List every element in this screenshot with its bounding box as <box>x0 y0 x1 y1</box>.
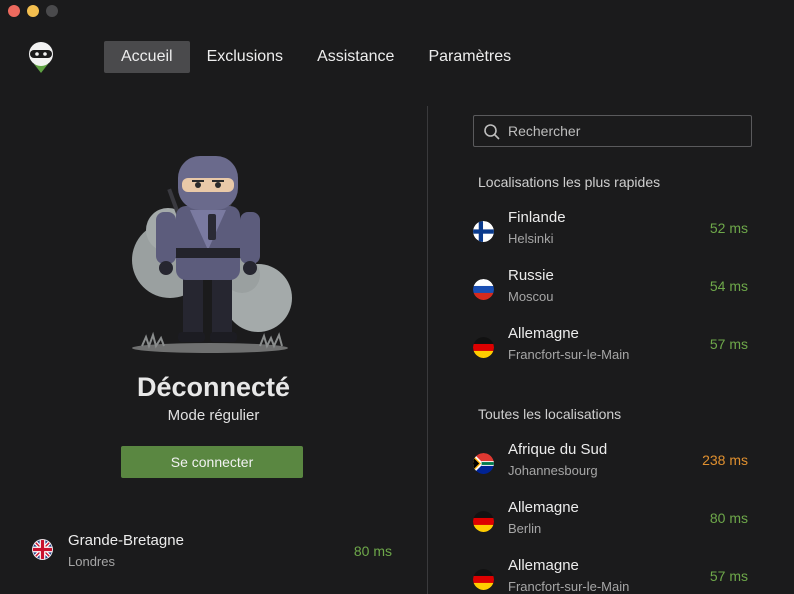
pane-divider <box>427 106 428 594</box>
tab-accueil[interactable]: Accueil <box>104 41 190 73</box>
location-ping: 57 ms <box>709 336 748 352</box>
current-location-ping: 80 ms <box>353 543 392 559</box>
location-city: Francfort-sur-le-Main <box>508 347 630 362</box>
de-flag-icon <box>473 337 494 358</box>
location-city: Johannesbourg <box>508 463 598 478</box>
location-country: Russie <box>508 267 554 284</box>
gb-flag-icon <box>32 539 53 560</box>
location-row[interactable]: Allemagne Francfort-sur-le-Main 57 ms <box>470 557 752 594</box>
title-bar <box>0 0 794 24</box>
de-flag-icon <box>473 569 494 590</box>
search-box[interactable] <box>473 115 752 147</box>
location-city: Moscou <box>508 289 554 304</box>
connect-button[interactable]: Se connecter <box>121 446 303 478</box>
location-ping: 52 ms <box>709 220 748 236</box>
fastest-locations-heading: Localisations les plus rapides <box>478 174 661 190</box>
location-country: Allemagne <box>508 499 579 516</box>
location-row[interactable]: Allemagne Berlin 80 ms <box>470 499 752 547</box>
window-close-button[interactable] <box>8 5 20 17</box>
location-city: Francfort-sur-le-Main <box>508 579 630 594</box>
connection-status-title: Déconnecté <box>136 372 291 402</box>
location-row[interactable]: Finlande Helsinki 52 ms <box>470 209 752 257</box>
app-logo-icon <box>29 42 53 73</box>
current-location-city: Londres <box>68 554 115 569</box>
fi-flag-icon <box>473 221 494 242</box>
search-icon <box>484 124 500 140</box>
location-city: Berlin <box>508 521 542 536</box>
location-country: Allemagne <box>508 557 579 574</box>
location-ping: 57 ms <box>709 568 748 584</box>
location-city: Helsinki <box>508 231 554 246</box>
location-country: Afrique du Sud <box>508 441 608 458</box>
za-flag-icon <box>473 453 494 474</box>
location-ping: 80 ms <box>709 510 748 526</box>
location-ping: 54 ms <box>709 278 748 294</box>
tab-parametres[interactable]: Paramètres <box>411 41 528 73</box>
location-country: Finlande <box>508 209 566 226</box>
location-row[interactable]: Allemagne Francfort-sur-le-Main 57 ms <box>470 325 752 373</box>
window-maximize-button[interactable] <box>46 5 58 17</box>
ninja-mascot-illustration <box>132 156 292 353</box>
tab-exclusions[interactable]: Exclusions <box>190 41 300 73</box>
connection-mode-label: Mode régulier <box>167 407 260 424</box>
search-input[interactable] <box>508 116 744 146</box>
main-nav: Accueil Exclusions Assistance Paramètres <box>104 41 528 73</box>
location-country: Allemagne <box>508 325 579 342</box>
ru-flag-icon <box>473 279 494 300</box>
current-location-country: Grande-Bretagne <box>68 532 184 549</box>
current-location[interactable]: Grande-Bretagne Londres 80 ms <box>30 530 392 574</box>
location-row[interactable]: Afrique du Sud Johannesbourg 238 ms <box>470 441 752 489</box>
location-row[interactable]: Russie Moscou 54 ms <box>470 267 752 315</box>
de-flag-icon <box>473 511 494 532</box>
all-locations-heading: Toutes les localisations <box>478 406 622 422</box>
window-minimize-button[interactable] <box>27 5 39 17</box>
location-ping: 238 ms <box>702 452 748 468</box>
tab-assistance[interactable]: Assistance <box>300 41 411 73</box>
